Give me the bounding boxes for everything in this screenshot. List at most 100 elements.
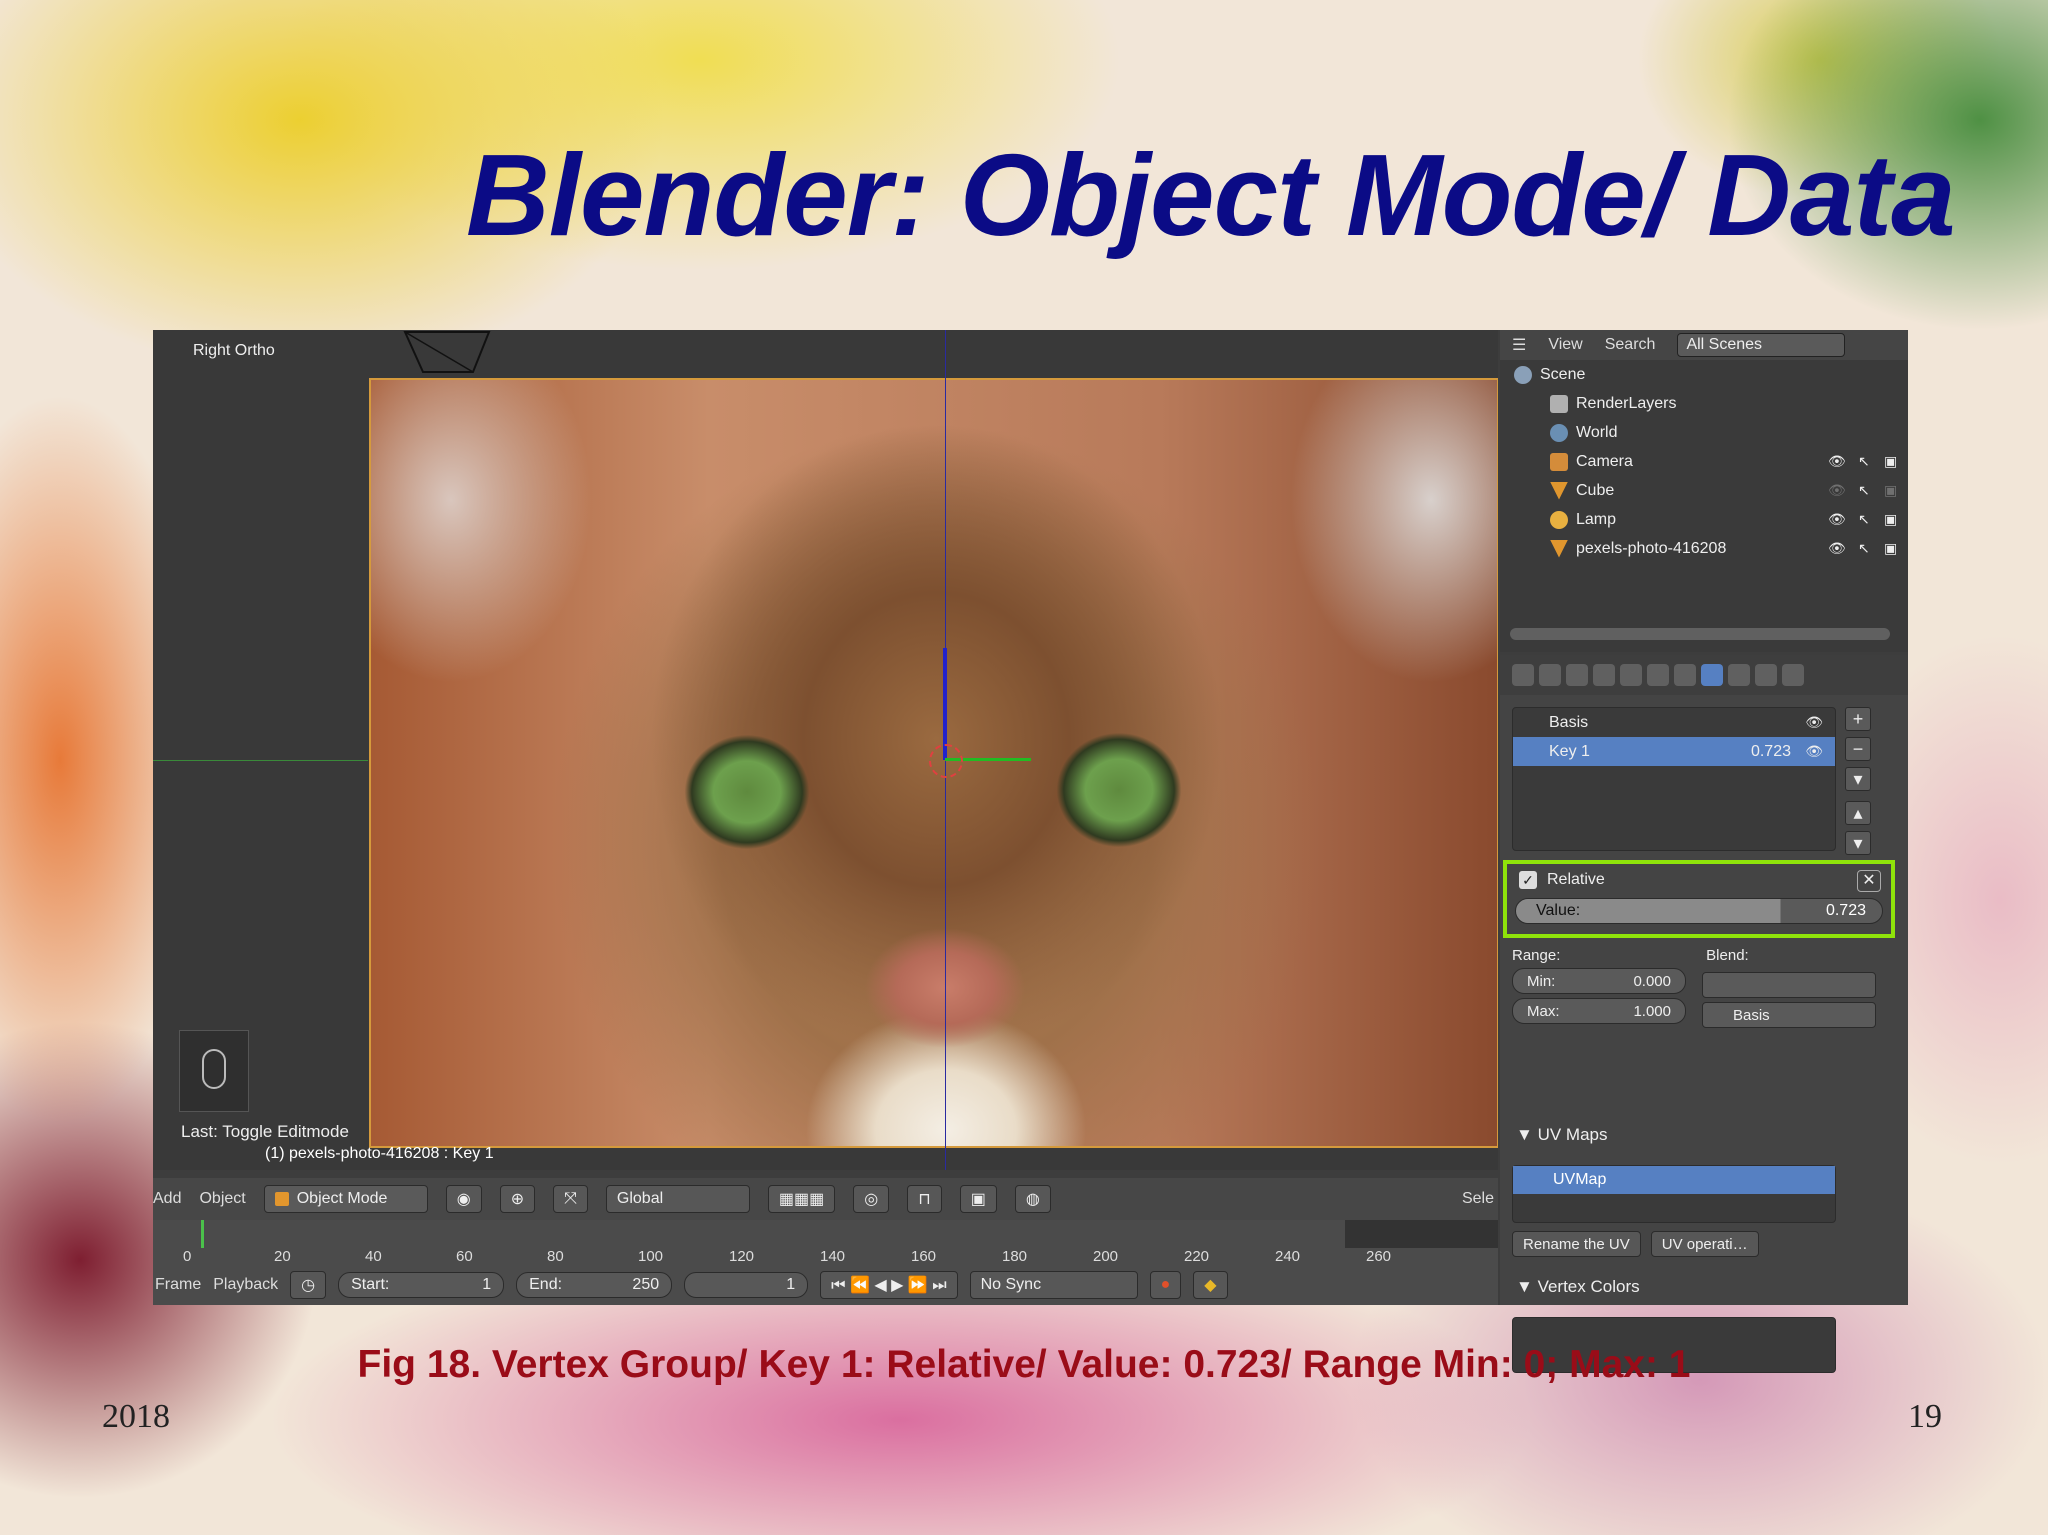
eye-icon[interactable]: 👁: [1828, 453, 1846, 470]
current-frame-field[interactable]: 1: [684, 1271, 809, 1298]
scenes-dropdown[interactable]: All Scenes: [1677, 333, 1846, 357]
close-icon[interactable]: ✕: [1857, 870, 1881, 892]
cursor-icon[interactable]: ↖: [1858, 511, 1870, 528]
select-menu[interactable]: Sele: [1462, 1190, 1498, 1208]
frame-menu[interactable]: Frame: [155, 1276, 201, 1294]
end-frame-field[interactable]: End: 250: [516, 1271, 673, 1298]
viewport-shading-toggle[interactable]: ◍: [1014, 1185, 1051, 1213]
outliner[interactable]: ☰ View Search All Scenes Scene RenderLay…: [1500, 330, 1908, 652]
add-menu[interactable]: Add: [153, 1190, 181, 1208]
render-icon[interactable]: ▣: [1884, 511, 1897, 528]
tab-modifiers[interactable]: [1674, 664, 1696, 686]
last-operation[interactable]: Last: Toggle Editmode: [181, 1122, 349, 1142]
layers-grid[interactable]: ▦▦▦: [767, 1185, 836, 1213]
mesh-icon: [1550, 481, 1568, 500]
remove-icon[interactable]: −: [1845, 737, 1871, 761]
min-field[interactable]: Min: 0.000: [1512, 968, 1686, 994]
render-button[interactable]: ▣: [959, 1185, 997, 1213]
move-down-icon[interactable]: ▾: [1845, 831, 1871, 855]
uv-map-item[interactable]: UVMap: [1513, 1166, 1835, 1194]
eye-icon[interactable]: 👁: [1828, 482, 1846, 499]
shape-key-key1[interactable]: Key 1 0.723 👁: [1513, 737, 1835, 766]
item-label: Cube: [1576, 481, 1615, 499]
uv-maps-panel-title[interactable]: ▼ UV Maps: [1516, 1125, 1607, 1145]
search-menu[interactable]: Search: [1605, 336, 1656, 354]
eye-icon[interactable]: 👁: [1828, 511, 1846, 528]
playback-controls[interactable]: ⏮ ⏪ ◀ ▶ ⏩ ⏭: [820, 1270, 958, 1299]
sync-label: No Sync: [980, 1275, 1042, 1293]
shape-key-value[interactable]: 0.723: [1751, 743, 1791, 761]
tab-constraints[interactable]: [1647, 664, 1669, 686]
vertex-colors-panel-title[interactable]: ▼ Vertex Colors: [1516, 1277, 1640, 1297]
orientation-selector[interactable]: Global: [605, 1185, 750, 1213]
keying-set[interactable]: ◆: [1193, 1270, 1228, 1299]
3d-viewport[interactable]: Right Ortho Last: Toggle Editmode (1) pe…: [153, 330, 1498, 1170]
outliner-item-renderlayers[interactable]: RenderLayers: [1500, 389, 1908, 418]
outliner-item-scene[interactable]: Scene: [1500, 360, 1908, 389]
tab-world[interactable]: [1593, 664, 1615, 686]
rename-uv-button[interactable]: Rename the UV: [1512, 1231, 1641, 1257]
value-slider[interactable]: Value: 0.723: [1515, 898, 1883, 924]
outliner-item-camera[interactable]: Camera 👁 ↖ ▣: [1500, 447, 1908, 476]
timeline[interactable]: 0 20 40 60 80 100 120 140 160 180 200 22…: [153, 1220, 1498, 1265]
blend-basis-field[interactable]: Basis: [1702, 1002, 1876, 1028]
render-icon[interactable]: ▣: [1884, 453, 1897, 470]
uv-maps-list[interactable]: UVMap: [1512, 1165, 1836, 1223]
tab-particles[interactable]: [1782, 664, 1804, 686]
shape-keys-list[interactable]: Basis 👁 Key 1 0.723 👁: [1512, 707, 1836, 851]
tab-object[interactable]: [1620, 664, 1642, 686]
record-settings[interactable]: ◷: [290, 1270, 327, 1299]
outliner-item-world[interactable]: World: [1500, 418, 1908, 447]
render-icon[interactable]: ▣: [1884, 540, 1897, 557]
cursor-icon[interactable]: ↖: [1858, 453, 1870, 470]
playback-menu[interactable]: Playback: [213, 1276, 278, 1294]
outliner-scrollbar[interactable]: [1510, 628, 1890, 640]
properties-editor[interactable]: Basis 👁 Key 1 0.723 👁 + − ▾ ▴ ▾ ✓ Relati…: [1500, 655, 1908, 1373]
eye-icon[interactable]: 👁: [1805, 714, 1823, 731]
pivot-selector[interactable]: ⊕: [499, 1185, 536, 1213]
tab-material[interactable]: [1728, 664, 1750, 686]
tab-data[interactable]: [1701, 664, 1723, 686]
outliner-menu-icon[interactable]: ☰: [1512, 335, 1526, 355]
manipulator-toggle[interactable]: ⤧: [553, 1185, 588, 1213]
eye-icon[interactable]: 👁: [1828, 540, 1846, 557]
mode-selector[interactable]: Object Mode: [263, 1185, 428, 1213]
max-field[interactable]: Max: 1.000: [1512, 998, 1686, 1024]
blend-vertex-group-field[interactable]: [1702, 972, 1876, 998]
page-number: 19: [1908, 1398, 1942, 1435]
blend-basis-label: Basis: [1733, 1006, 1770, 1024]
cursor-icon[interactable]: ↖: [1858, 540, 1870, 557]
shading-selector[interactable]: ◉: [445, 1185, 482, 1213]
sync-selector[interactable]: No Sync: [969, 1270, 1138, 1299]
tab-render[interactable]: [1512, 664, 1534, 686]
end-label: End:: [529, 1275, 563, 1293]
proportional-edit[interactable]: ◎: [853, 1185, 890, 1213]
tab-renderlayers[interactable]: [1539, 664, 1561, 686]
start-frame-field[interactable]: Start: 1: [338, 1271, 505, 1298]
tab-scene[interactable]: [1566, 664, 1588, 686]
move-up-icon[interactable]: ▴: [1845, 801, 1871, 825]
render-icon[interactable]: ▣: [1884, 482, 1897, 499]
tick-label: 40: [365, 1248, 382, 1265]
outliner-item-lamp[interactable]: Lamp 👁 ↖ ▣: [1500, 505, 1908, 534]
record-button[interactable]: ●: [1149, 1270, 1182, 1299]
view-menu[interactable]: View: [1548, 336, 1582, 354]
object-menu[interactable]: Object: [199, 1190, 245, 1208]
camera-frustum-icon: [403, 331, 491, 373]
outliner-item-photo[interactable]: pexels-photo-416208 👁 ↖ ▣: [1500, 534, 1908, 563]
shape-key-name: Key 1: [1549, 742, 1590, 760]
specials-icon[interactable]: ▾: [1845, 767, 1871, 791]
uv-operations-button[interactable]: UV operati…: [1650, 1231, 1759, 1257]
outliner-item-cube[interactable]: Cube 👁 ↖ ▣: [1500, 476, 1908, 505]
add-icon[interactable]: +: [1845, 707, 1871, 731]
cursor-icon[interactable]: ↖: [1858, 482, 1870, 499]
clock-icon: ◷: [301, 1276, 316, 1294]
eye-icon[interactable]: 👁: [1805, 743, 1823, 760]
shape-key-basis[interactable]: Basis 👁: [1513, 708, 1835, 737]
frame-cursor[interactable]: [201, 1220, 204, 1248]
min-label: Min:: [1527, 972, 1556, 990]
3d-cursor-icon[interactable]: [929, 744, 963, 778]
tab-texture[interactable]: [1755, 664, 1777, 686]
relative-checkbox[interactable]: ✓: [1519, 871, 1537, 889]
snap-toggle[interactable]: ⊓: [907, 1185, 942, 1213]
